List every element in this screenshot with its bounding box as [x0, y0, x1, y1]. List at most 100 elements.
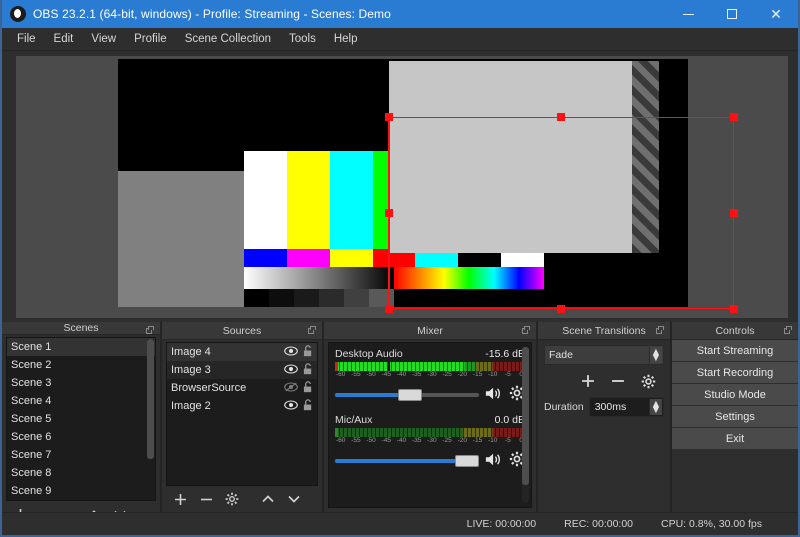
controls-body: Start Streaming Start Recording Studio M… [672, 340, 798, 450]
eye-visible-icon[interactable] [284, 346, 298, 359]
scene-label: Scene 5 [11, 413, 51, 425]
sources-list[interactable]: Image 4 Image 3 [166, 342, 318, 486]
scene-list-item[interactable]: Scene 6 [7, 428, 155, 446]
scenes-list[interactable]: Scene 1 Scene 2 Scene 3 Scene 4 Scene 5 … [6, 337, 156, 501]
scene-list-item[interactable]: Scene 3 [7, 374, 155, 392]
scenes-title: Scenes [63, 322, 98, 334]
menu-file[interactable]: File [8, 30, 45, 48]
handle-top-right[interactable] [730, 113, 738, 121]
menu-view[interactable]: View [82, 30, 125, 48]
start-streaming-button[interactable]: Start Streaming [672, 340, 798, 362]
menu-tools[interactable]: Tools [280, 30, 325, 48]
undock-icon[interactable] [522, 326, 531, 335]
scene-label: Scene 2 [11, 359, 51, 371]
handle-top-left[interactable] [385, 113, 393, 121]
scenes-dock: Scenes Scene 1 Scene 2 Scene 3 Scene 4 S… [2, 322, 160, 512]
source-list-item[interactable]: BrowserSource [167, 379, 317, 397]
source-list-item[interactable]: Image 3 [167, 361, 317, 379]
eye-visible-icon[interactable] [284, 400, 298, 413]
close-icon[interactable]: ✕ [754, 0, 798, 28]
scale-tick: -30 [427, 371, 436, 378]
handle-middle-right[interactable] [730, 209, 738, 217]
undock-icon[interactable] [146, 326, 155, 335]
speaker-on-icon[interactable] [485, 386, 503, 404]
undock-icon[interactable] [656, 326, 665, 335]
add-source-button[interactable] [168, 489, 192, 509]
studio-mode-button[interactable]: Studio Mode [672, 384, 798, 406]
minimize-icon[interactable] [666, 0, 710, 28]
duration-input[interactable]: 300ms ▲▼ [589, 397, 664, 417]
preview-area[interactable] [16, 56, 788, 318]
scale-tick: -25 [442, 371, 451, 378]
transition-select[interactable]: Fade ▲▼ [544, 345, 664, 365]
lock-unlocked-icon[interactable] [303, 363, 313, 378]
scale-tick: -40 [397, 371, 406, 378]
scene-list-item[interactable]: Scene 5 [7, 410, 155, 428]
transition-properties-button[interactable] [636, 371, 660, 391]
scene-list-item[interactable]: Scene 8 [7, 464, 155, 482]
mixer-title: Mixer [417, 325, 443, 337]
maximize-icon[interactable] [710, 0, 754, 28]
gradient-bars [244, 267, 544, 289]
menu-edit[interactable]: Edit [45, 30, 83, 48]
obs-main-window: OBS 23.2.1 (64-bit, windows) - Profile: … [0, 0, 800, 537]
menu-profile[interactable]: Profile [125, 30, 176, 48]
mixer-dock: Mixer Desktop Audio -15.6 dB [324, 322, 536, 512]
speaker-on-icon[interactable] [485, 452, 503, 470]
handle-bottom-center[interactable] [557, 305, 565, 313]
eye-visible-icon[interactable] [284, 364, 298, 377]
remove-source-button[interactable] [194, 489, 218, 509]
handle-bottom-left[interactable] [385, 305, 393, 313]
sources-dock-body: Image 4 Image 3 [162, 340, 322, 512]
preview-canvas[interactable] [118, 59, 688, 307]
scale-tick: -5 [505, 371, 511, 378]
handle-top-center[interactable] [557, 113, 565, 121]
mixer-track-db: -15.6 dB [485, 348, 525, 360]
source-list-item[interactable]: Image 4 [167, 343, 317, 361]
volume-slider[interactable] [335, 454, 479, 468]
remove-transition-button[interactable] [606, 371, 630, 391]
undock-icon[interactable] [784, 326, 793, 335]
spinner-icon[interactable]: ▲▼ [649, 399, 662, 415]
start-recording-button[interactable]: Start Recording [672, 362, 798, 384]
exit-button[interactable]: Exit [672, 428, 798, 450]
scene-list-item[interactable]: Scene 4 [7, 392, 155, 410]
audio-meter [335, 362, 525, 371]
chevron-updown-icon[interactable]: ▲▼ [649, 347, 662, 363]
handle-bottom-right[interactable] [730, 305, 738, 313]
source-label: Image 3 [171, 364, 211, 376]
scale-tick: -60 [336, 371, 345, 378]
menu-help[interactable]: Help [325, 30, 367, 48]
scale-tick: -15 [473, 437, 482, 444]
window-controls: ✕ [666, 0, 798, 28]
eye-hidden-icon[interactable] [284, 382, 298, 395]
lock-unlocked-icon[interactable] [303, 345, 313, 360]
add-transition-button[interactable] [576, 371, 600, 391]
move-source-down-button[interactable] [282, 489, 306, 509]
move-source-up-button[interactable] [256, 489, 280, 509]
source-properties-button[interactable] [220, 489, 244, 509]
source-list-item[interactable]: Image 2 [167, 397, 317, 415]
scene-list-item[interactable]: Scene 7 [7, 446, 155, 464]
duration-value: 300ms [595, 401, 627, 413]
settings-button[interactable]: Settings [672, 406, 798, 428]
scene-list-item[interactable]: Scene 2 [7, 356, 155, 374]
scale-tick: -45 [382, 437, 391, 444]
lock-unlocked-icon[interactable] [303, 381, 313, 396]
scene-list-item[interactable]: Scene 9 [7, 482, 155, 500]
menu-scene-collection[interactable]: Scene Collection [176, 30, 280, 48]
source-label: Image 4 [171, 346, 211, 358]
sources-button-bar [166, 486, 318, 512]
undock-icon[interactable] [308, 326, 317, 335]
mixer-scrollbar[interactable] [522, 347, 529, 503]
volume-slider[interactable] [335, 388, 479, 402]
scenes-dock-header: Scenes [2, 322, 160, 335]
handle-middle-left[interactable] [385, 209, 393, 217]
scenes-scrollbar[interactable] [147, 339, 154, 499]
scene-label: Scene 4 [11, 395, 51, 407]
selected-source-fill[interactable] [389, 61, 632, 253]
scale-tick: -45 [382, 371, 391, 378]
lock-unlocked-icon[interactable] [303, 399, 313, 414]
scene-list-item[interactable]: Scene 1 [7, 338, 155, 356]
scale-tick: -55 [351, 371, 360, 378]
